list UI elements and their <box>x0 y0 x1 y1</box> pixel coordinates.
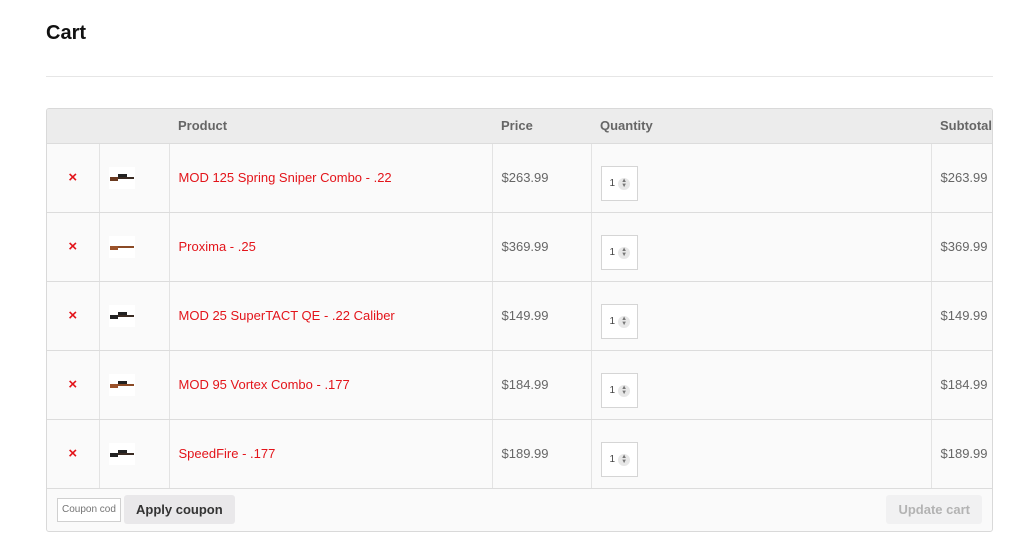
wood-rifle-icon[interactable] <box>108 235 135 258</box>
remove-item-icon[interactable]: × <box>68 169 77 186</box>
black-rifle-icon[interactable] <box>108 442 135 465</box>
quantity-value[interactable]: 1 <box>610 454 616 465</box>
subtotal-cell: $369.99 <box>931 212 992 282</box>
quantity-stepper[interactable]: 1 ▲ ▼ <box>600 304 638 339</box>
header-price: Price <box>492 109 591 144</box>
price-cell: $184.99 <box>492 350 592 420</box>
header-thumbnail <box>99 109 169 144</box>
coupon-group: Apply coupon <box>57 495 235 524</box>
cart-table: Product Price Quantity Subtotal × MOD 12… <box>46 108 993 532</box>
spinner-icon[interactable]: ▲ ▼ <box>618 177 631 190</box>
apply-coupon-button[interactable]: Apply coupon <box>124 495 235 524</box>
product-link[interactable]: MOD 95 Vortex Combo - .177 <box>179 377 350 392</box>
actions-bar: Apply coupon Update cart <box>57 495 982 524</box>
tactical-rifle-icon[interactable] <box>108 304 135 327</box>
quantity-stepper[interactable]: 1 ▲ ▼ <box>600 235 638 270</box>
actions-row: Apply coupon Update cart <box>47 488 992 531</box>
spinner-icon[interactable]: ▲ ▼ <box>618 453 631 466</box>
header-remove <box>47 109 99 144</box>
quantity-value[interactable]: 1 <box>610 385 616 396</box>
price-cell: $263.99 <box>492 143 592 213</box>
remove-item-icon[interactable]: × <box>68 445 77 462</box>
quantity-stepper[interactable]: 1 ▲ ▼ <box>600 166 638 201</box>
quantity-value[interactable]: 1 <box>610 178 616 189</box>
update-cart-button[interactable]: Update cart <box>886 495 982 524</box>
product-link[interactable]: MOD 125 Spring Sniper Combo - .22 <box>179 170 392 185</box>
table-row: × MOD 125 Spring Sniper Combo - .22 $263… <box>47 143 992 213</box>
remove-item-icon[interactable]: × <box>68 376 77 393</box>
table-header-row: Product Price Quantity Subtotal <box>47 109 992 144</box>
page-title: Cart <box>46 22 87 44</box>
product-link[interactable]: SpeedFire - .177 <box>179 446 276 461</box>
divider <box>46 76 993 77</box>
quantity-value[interactable]: 1 <box>610 247 616 258</box>
subtotal-cell: $263.99 <box>931 143 992 213</box>
table-row: × Proxima - .25 $369.99 1 ▲ ▼ $369.99 <box>47 212 992 282</box>
table-row: × SpeedFire - .177 $189.99 1 ▲ ▼ $189.99 <box>47 419 992 489</box>
spinner-icon[interactable]: ▲ ▼ <box>618 246 631 259</box>
price-cell: $369.99 <box>492 212 592 282</box>
quantity-stepper[interactable]: 1 ▲ ▼ <box>600 373 638 408</box>
subtotal-cell: $189.99 <box>931 419 992 489</box>
table-row: × MOD 95 Vortex Combo - .177 $184.99 1 ▲ ▼… <box>47 350 992 420</box>
price-cell: $149.99 <box>492 281 592 351</box>
remove-item-icon[interactable]: × <box>68 307 77 324</box>
spinner-icon[interactable]: ▲ ▼ <box>618 315 631 328</box>
quantity-stepper[interactable]: 1 ▲ ▼ <box>600 442 638 477</box>
spinner-icon[interactable]: ▲ ▼ <box>618 384 631 397</box>
remove-item-icon[interactable]: × <box>68 238 77 255</box>
product-link[interactable]: MOD 25 SuperTACT QE - .22 Caliber <box>179 308 395 323</box>
header-subtotal: Subtotal <box>931 109 992 144</box>
subtotal-cell: $149.99 <box>931 281 992 351</box>
rifle-scope-icon[interactable] <box>108 373 135 396</box>
table-row: × MOD 25 SuperTACT QE - .22 Caliber $149… <box>47 281 992 351</box>
product-link[interactable]: Proxima - .25 <box>179 239 256 254</box>
rifle-scope-icon[interactable] <box>108 166 135 189</box>
subtotal-cell: $184.99 <box>931 350 992 420</box>
coupon-input[interactable] <box>57 497 121 522</box>
header-product: Product <box>169 109 492 144</box>
quantity-value[interactable]: 1 <box>610 316 616 327</box>
price-cell: $189.99 <box>492 419 592 489</box>
header-quantity: Quantity <box>591 109 931 144</box>
